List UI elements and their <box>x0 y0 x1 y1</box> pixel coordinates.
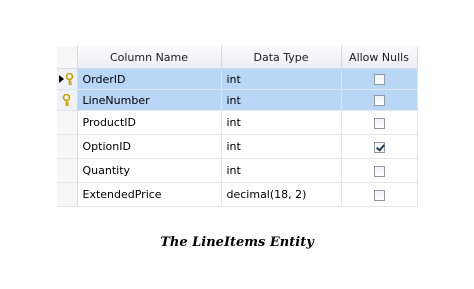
allow-nulls-checkbox[interactable] <box>373 189 385 201</box>
key-icon <box>65 72 74 86</box>
column-name-cell[interactable]: OptionID <box>77 134 222 159</box>
table-columns-grid: Column Name Data Type Allow Nulls OrderI… <box>57 46 418 207</box>
current-row-arrow-icon <box>59 75 65 83</box>
data-type-cell[interactable]: int <box>221 89 342 111</box>
allow-nulls-cell <box>341 134 418 159</box>
table-row[interactable]: LineNumber int <box>57 89 418 111</box>
column-name-cell[interactable]: LineNumber <box>77 89 222 111</box>
row-selector[interactable] <box>57 89 78 111</box>
row-selector[interactable] <box>57 68 78 90</box>
allow-nulls-checkbox[interactable] <box>373 117 385 129</box>
allow-nulls-checkbox[interactable] <box>373 74 385 85</box>
data-type-cell[interactable]: int <box>221 68 342 90</box>
allow-nulls-checkbox[interactable] <box>373 165 385 177</box>
allow-nulls-cell <box>341 158 418 183</box>
row-selector[interactable] <box>57 110 78 135</box>
table-row[interactable]: OrderID int <box>57 68 418 90</box>
data-type-cell[interactable]: int <box>221 134 342 159</box>
column-name-cell[interactable]: OrderID <box>77 68 222 90</box>
data-type-cell[interactable]: int <box>221 158 342 183</box>
allow-nulls-header[interactable]: Allow Nulls <box>341 46 418 69</box>
allow-nulls-cell <box>341 182 418 207</box>
column-name-cell[interactable]: ProductID <box>77 110 222 135</box>
allow-nulls-checkbox[interactable] <box>373 141 385 153</box>
column-name-cell[interactable]: ExtendedPrice <box>77 182 222 207</box>
key-icon <box>62 93 71 107</box>
allow-nulls-checkbox[interactable] <box>373 95 385 106</box>
row-selector-header[interactable] <box>57 46 78 69</box>
data-type-cell[interactable]: decimal(18, 2) <box>221 182 342 207</box>
table-row[interactable]: ExtendedPrice decimal(18, 2) <box>57 182 418 207</box>
row-selector[interactable] <box>57 182 78 207</box>
allow-nulls-cell <box>341 68 418 90</box>
table-row[interactable]: OptionID int <box>57 134 418 159</box>
table-row[interactable]: Quantity int <box>57 158 418 183</box>
data-type-cell[interactable]: int <box>221 110 342 135</box>
grid-header-row: Column Name Data Type Allow Nulls <box>57 46 418 69</box>
table-row[interactable]: ProductID int <box>57 110 418 135</box>
data-type-header[interactable]: Data Type <box>221 46 342 69</box>
figure-caption: The LineItems Entity <box>160 235 314 250</box>
row-selector[interactable] <box>57 134 78 159</box>
column-name-header[interactable]: Column Name <box>77 46 222 69</box>
allow-nulls-cell <box>341 110 418 135</box>
allow-nulls-cell <box>341 89 418 111</box>
column-name-cell[interactable]: Quantity <box>77 158 222 183</box>
row-selector[interactable] <box>57 158 78 183</box>
